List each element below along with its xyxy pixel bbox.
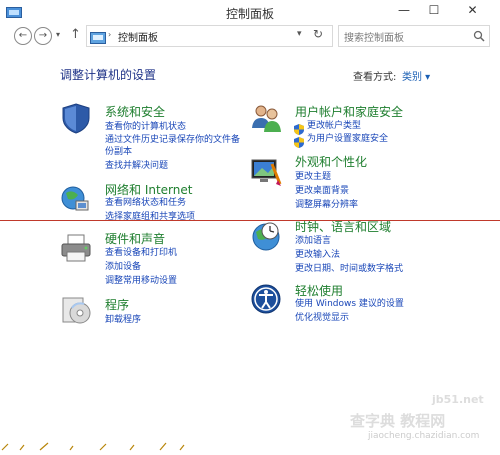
link-date-time-format[interactable]: 更改日期、时间或数字格式 (295, 263, 403, 275)
refresh-icon[interactable]: ↻ (313, 27, 323, 41)
arrow-right-icon: → (38, 30, 48, 41)
search-input[interactable]: 搜索控制面板 (344, 29, 404, 44)
category-ease-of-access[interactable]: 轻松使用 (295, 282, 343, 299)
bottom-decoration (0, 436, 200, 451)
link-uninstall-program[interactable]: 卸载程序 (105, 314, 141, 326)
view-by-label: 查看方式: (353, 72, 397, 83)
link-homegroup[interactable]: 选择家庭组和共享选项 (105, 211, 195, 223)
category-user-accounts[interactable]: 用户帐户和家庭安全 (295, 103, 403, 120)
link-screen-resolution[interactable]: 调整屏幕分辨率 (295, 199, 358, 211)
arrow-left-icon: ← (18, 30, 28, 41)
clock-globe-icon[interactable] (250, 220, 282, 252)
watermark-url: jiaocheng.chazidian.com (368, 431, 480, 441)
link-change-account-type[interactable]: 更改帐户类型 (307, 120, 361, 132)
link-family-safety[interactable]: 为用户设置家庭安全 (307, 133, 388, 145)
uac-shield-icon (294, 120, 304, 135)
forward-button[interactable]: → (34, 27, 52, 45)
category-system-security[interactable]: 系统和安全 (105, 103, 165, 120)
link-desktop-background[interactable]: 更改桌面背景 (295, 185, 349, 197)
link-add-language[interactable]: 添加语言 (295, 235, 331, 247)
breadcrumb[interactable]: 控制面板 (118, 29, 158, 44)
back-button[interactable]: ← (14, 27, 32, 45)
breadcrumb-separator-icon: › (108, 30, 112, 39)
recent-dropdown-icon[interactable]: ▾ (56, 30, 60, 39)
watermark-site: jb51.net (432, 393, 484, 406)
page-heading: 调整计算机的设置 (60, 68, 157, 82)
uac-shield-icon (294, 133, 304, 148)
category-programs[interactable]: 程序 (105, 296, 129, 313)
minimize-button[interactable]: — (390, 0, 418, 20)
maximize-button[interactable]: ☐ (420, 0, 448, 20)
link-windows-recommended[interactable]: 使用 Windows 建议的设置 (295, 298, 404, 310)
printer-icon[interactable] (60, 232, 92, 264)
category-hardware-sound[interactable]: 硬件和声音 (105, 230, 165, 247)
address-dropdown-icon[interactable]: ▾ (297, 29, 302, 39)
annotation-line (0, 220, 500, 221)
category-network-internet[interactable]: 网络和 Internet (105, 181, 192, 198)
link-optimize-visual[interactable]: 优化视觉显示 (295, 312, 349, 324)
link-troubleshoot[interactable]: 查找并解决问题 (105, 160, 168, 172)
control-panel-icon (90, 29, 106, 44)
users-icon[interactable] (250, 102, 282, 134)
link-mobility-settings[interactable]: 调整常用移动设置 (105, 275, 177, 287)
link-network-status[interactable]: 查看网络状态和任务 (105, 197, 186, 209)
programs-disc-icon[interactable] (60, 294, 92, 326)
search-icon[interactable] (473, 27, 485, 42)
link-change-input-method[interactable]: 更改输入法 (295, 249, 340, 261)
link-file-history-backup[interactable]: 通过文件历史记录保存你的文件备 (105, 134, 240, 146)
ease-of-access-icon[interactable] (250, 283, 282, 315)
shield-icon[interactable] (60, 102, 92, 134)
link-devices-printers[interactable]: 查看设备和打印机 (105, 247, 177, 259)
link-add-device[interactable]: 添加设备 (105, 261, 141, 273)
appearance-monitor-icon[interactable] (250, 156, 282, 188)
network-globe-icon[interactable] (60, 183, 92, 215)
link-view-computer-status[interactable]: 查看你的计算机状态 (105, 121, 186, 133)
view-by-dropdown[interactable]: 类别 ▾ (402, 68, 430, 83)
category-appearance[interactable]: 外观和个性化 (295, 153, 367, 170)
link-change-theme[interactable]: 更改主题 (295, 171, 331, 183)
close-button[interactable]: ✕ (455, 0, 490, 20)
up-button[interactable]: ↑ (70, 27, 81, 42)
link-file-history-backup-cont[interactable]: 份副本 (105, 146, 132, 158)
watermark-text: 查字典 教程网 (350, 412, 446, 430)
